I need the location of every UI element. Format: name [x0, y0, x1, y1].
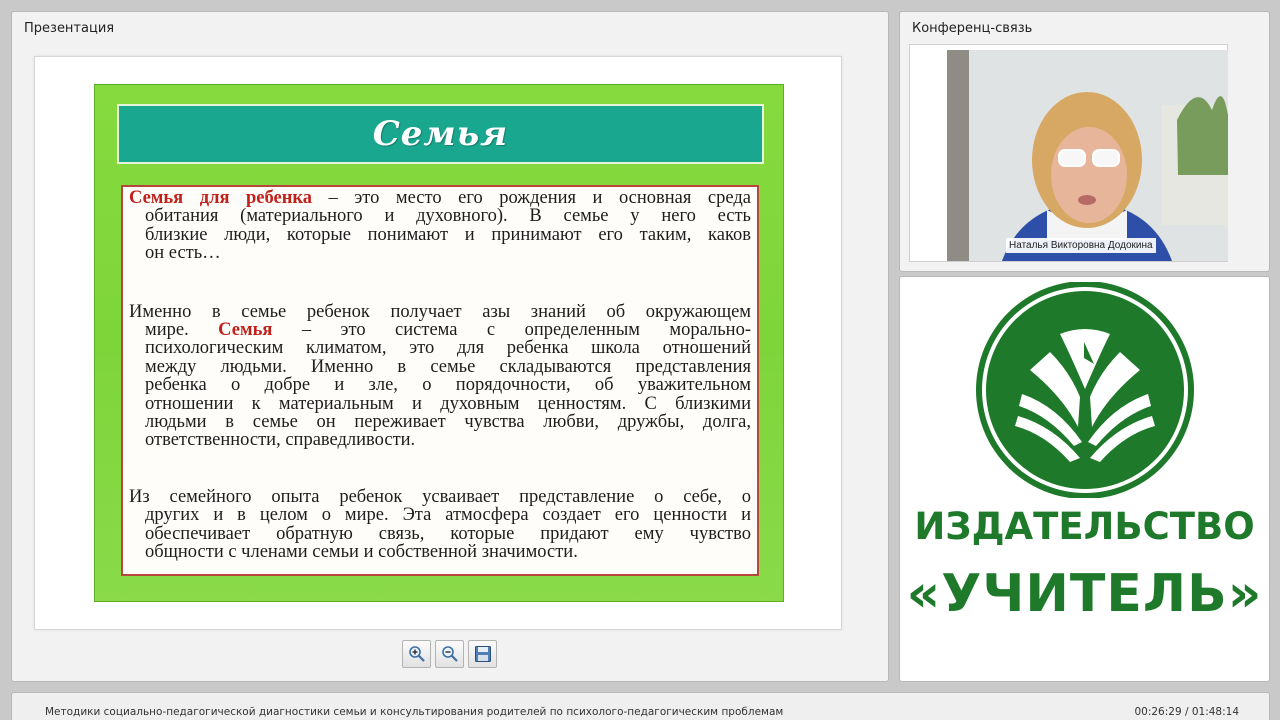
slide-text-line: ребенка о добре и зле, о порядочности, о… — [145, 375, 751, 396]
publisher-name-line1: ИЗДАТЕЛЬСТВО — [914, 505, 1255, 548]
zoom-in-button[interactable] — [402, 640, 431, 668]
slide-text-line: психологическим климатом, это для ребенк… — [145, 338, 751, 359]
presentation-panel: Презентация Семья Семья для ребенка – эт… — [11, 11, 889, 682]
slide-text-line: обеспечивает обратную связь, которые при… — [145, 523, 751, 544]
presentation-panel-title: Презентация — [24, 21, 115, 36]
speaker-name-tag: Наталья Викторовна Додокина — [1006, 238, 1156, 253]
playback-time: 00:26:29 / 01:48:14 — [1134, 706, 1239, 718]
slide-toolbar — [402, 640, 497, 668]
floppy-disk-icon — [474, 646, 491, 662]
highlighted-term: Семья — [218, 320, 273, 341]
highlighted-term: Семья для ребенка — [129, 188, 313, 208]
speaker-video-frame — [947, 50, 1228, 261]
publisher-panel: ИЗДАТЕЛЬСТВО «УЧИТЕЛЬ» — [899, 276, 1270, 682]
slide-text-line: обитания (материального и духовного). В … — [145, 206, 751, 227]
publisher-logo-icon — [976, 282, 1194, 498]
slide-text-line: Именно в семье ребенок получает азы знан… — [129, 301, 751, 322]
zoom-in-icon — [408, 646, 425, 662]
slide-text-line: мире. Семья – это система с определенным… — [145, 320, 751, 341]
slide-text-line: Из семейного опыта ребенок усваивает пре… — [129, 486, 751, 507]
slide-text-line: близкие люди, которые понимают и принима… — [145, 224, 751, 245]
zoom-out-button[interactable] — [435, 640, 464, 668]
video-container: Наталья Викторовна Додокина — [909, 44, 1228, 262]
save-button[interactable] — [468, 640, 497, 668]
slide: Семья Семья для ребенка – это место его … — [94, 84, 784, 602]
zoom-out-icon — [441, 646, 458, 662]
slide-text-line: людьми в семье он переживает чувства люб… — [145, 412, 751, 433]
slide-text-line: между людьми. Именно в семье складываютс… — [145, 356, 751, 377]
slide-body: Семья для ребенка – это место его рожден… — [121, 185, 759, 576]
slide-viewport: Семья Семья для ребенка – это место его … — [34, 56, 842, 630]
slide-text-line: Семья для ребенка – это место его рожден… — [129, 188, 751, 208]
slide-text-line: он есть… — [145, 243, 221, 264]
slide-text-line: других и в целом о мире. Эта атмосфера с… — [145, 505, 751, 526]
conference-panel-title: Конференц-связь — [912, 21, 1033, 36]
publisher-name-line2: «УЧИТЕЛЬ» — [906, 564, 1263, 624]
conference-panel: Конференц-связь Наталья Викторовна Додок… — [899, 11, 1270, 272]
slide-text-line: отношении к материальным и духовным ценн… — [145, 393, 751, 414]
bottom-bar: Методики социально-педагогической диагно… — [11, 692, 1270, 720]
slide-text-line: общности с членами семьи и собственной з… — [145, 542, 578, 563]
slide-title: Семья — [372, 114, 509, 154]
course-title: Методики социально-педагогической диагно… — [45, 706, 784, 718]
speaker-video[interactable]: Наталья Викторовна Додокина — [947, 50, 1228, 261]
slide-title-bar: Семья — [117, 104, 764, 164]
slide-text-line: ответственности, справедливости. — [145, 430, 416, 451]
